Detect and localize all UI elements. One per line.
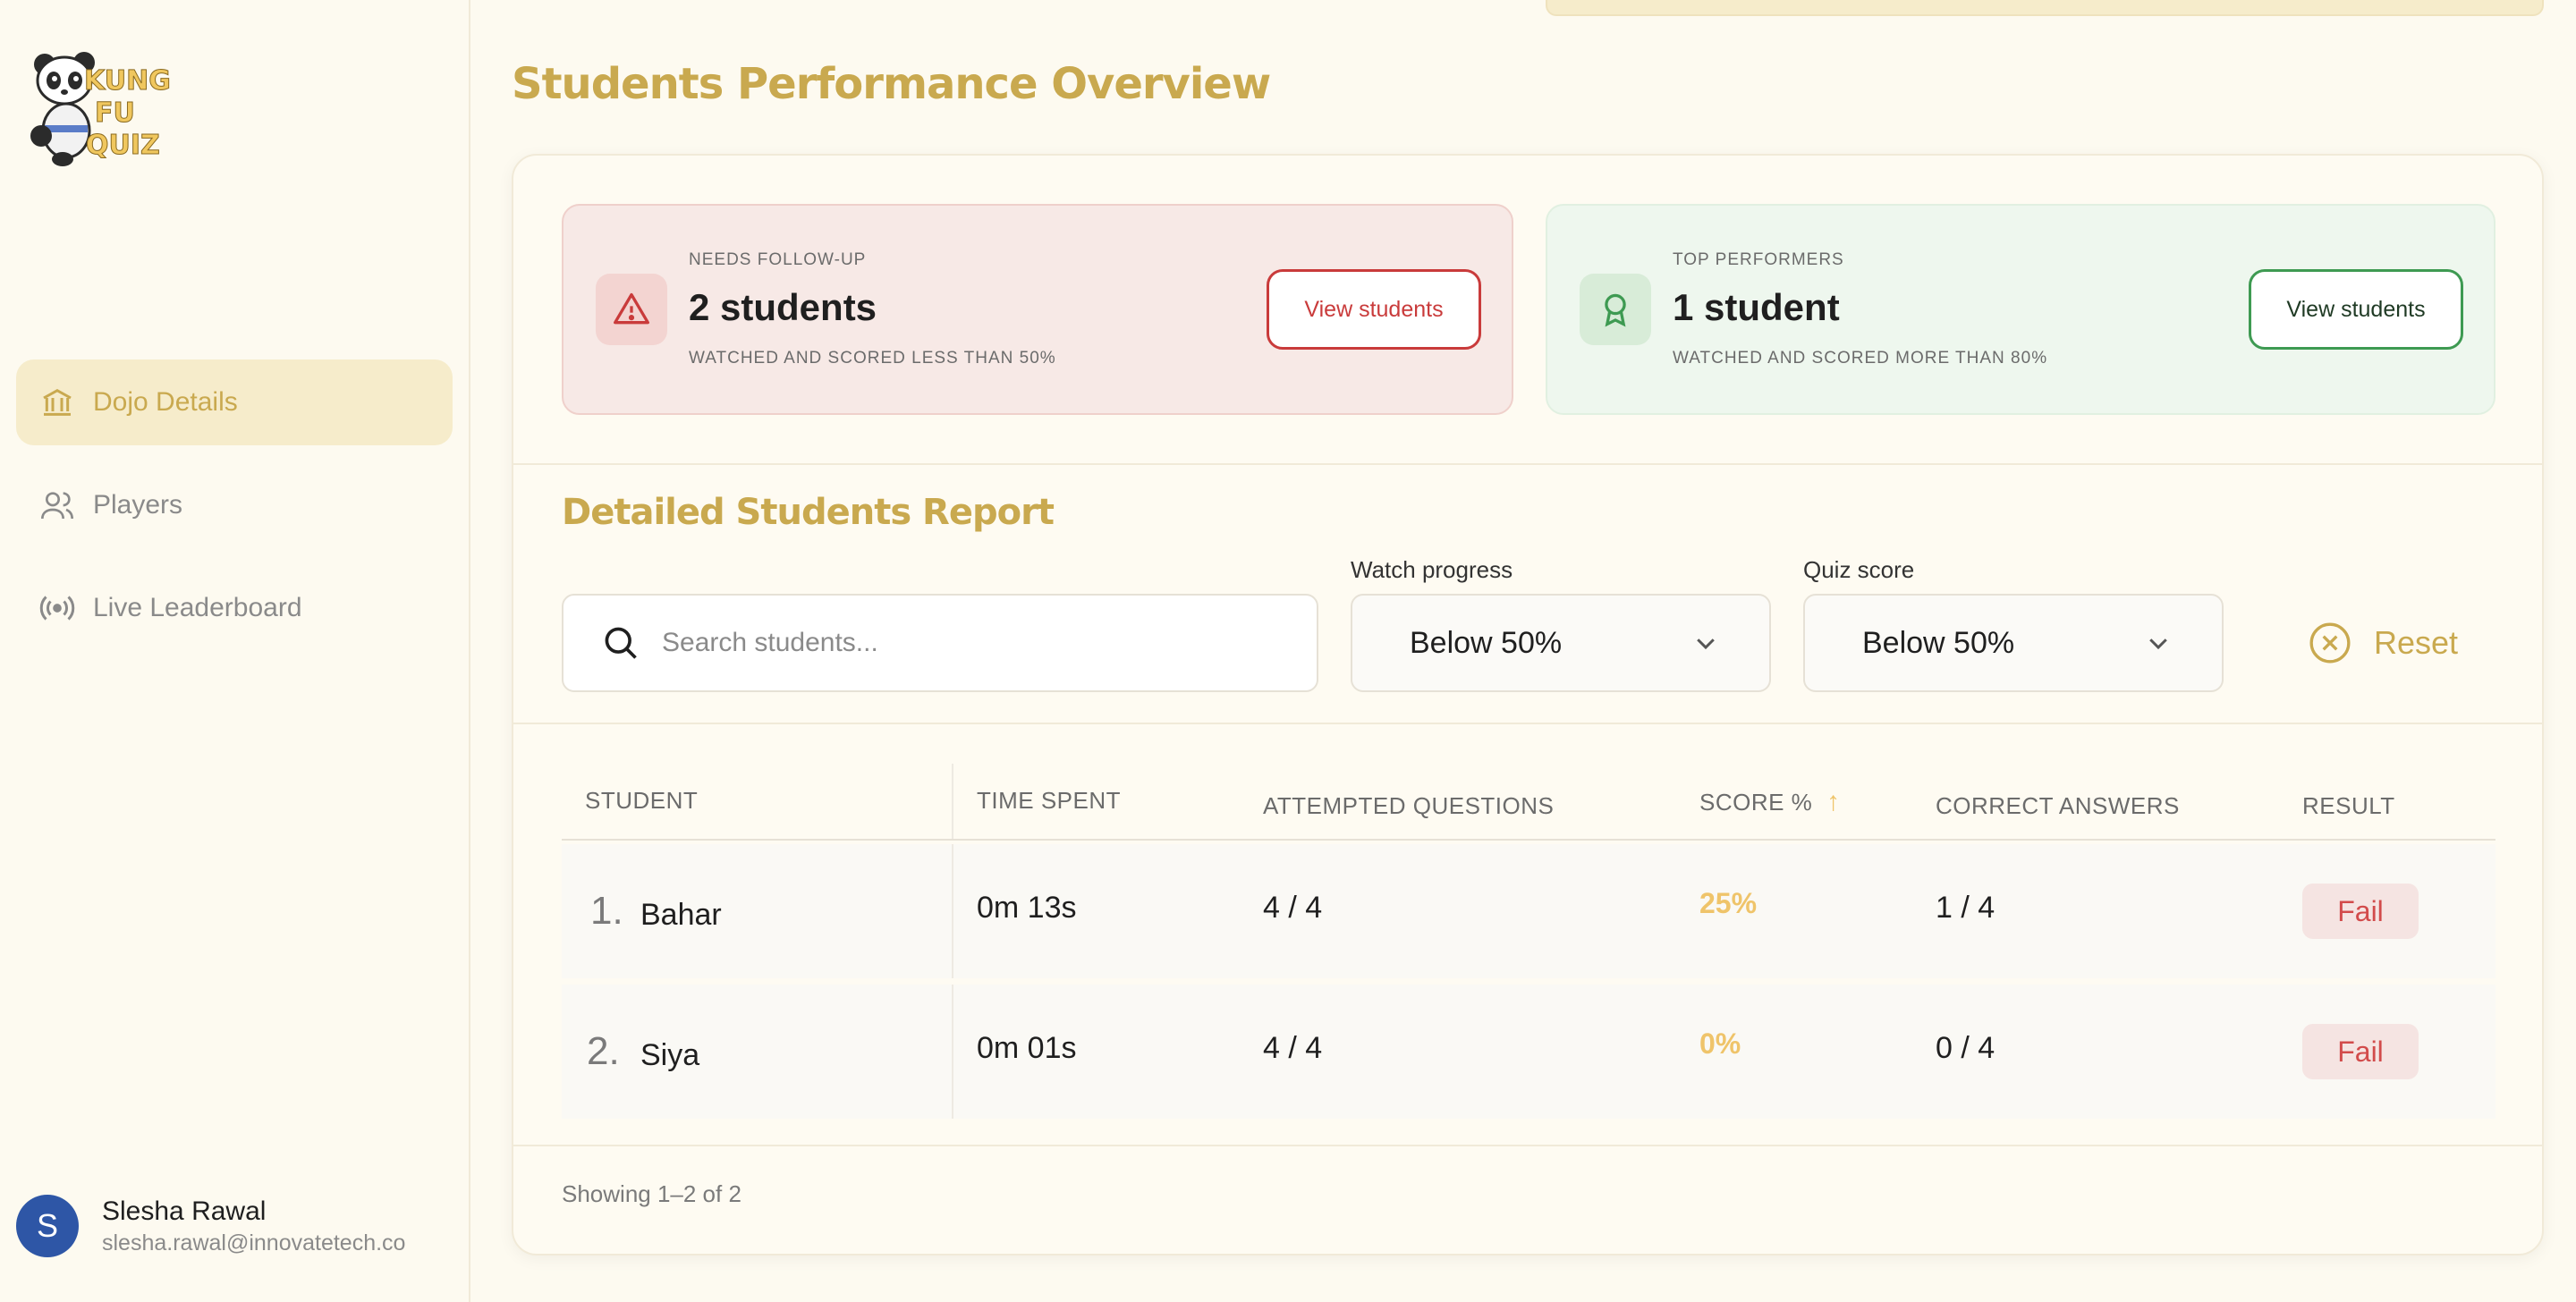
sidebar-item-label: Players — [93, 490, 183, 520]
search-box[interactable] — [562, 594, 1318, 692]
summary-value: 1 student — [1673, 286, 1840, 328]
time-spent: 0m 01s — [977, 1031, 1077, 1065]
table-header-divider — [562, 839, 2496, 841]
column-header-score[interactable]: SCORE % ↑ — [1699, 787, 1841, 817]
search-icon — [605, 627, 637, 659]
award-icon — [1605, 293, 1626, 327]
watch-progress-label: Watch progress — [1351, 556, 1513, 583]
column-header-attempted[interactable]: ATTEMPTED QUESTIONS — [1263, 792, 1554, 820]
summary-description: WATCHED AND SCORED LESS THAN 50% — [689, 349, 1056, 368]
watch-progress-select[interactable]: Below 50% — [1351, 594, 1771, 692]
warning-icon-wrap — [596, 274, 667, 345]
student-name: Bahar — [640, 898, 722, 932]
svg-text:KUNG: KUNG — [84, 65, 171, 97]
report-title: Detailed Students Report — [562, 492, 1055, 533]
svg-text:FU: FU — [95, 97, 135, 129]
row-index: 2. — [587, 1029, 620, 1073]
summary-description: WATCHED AND SCORED MORE THAN 80% — [1673, 349, 2048, 368]
user-email: slesha.rawal@innovatetech.co — [102, 1230, 406, 1256]
reset-label: Reset — [2374, 624, 2459, 661]
result-badge: Fail — [2302, 1024, 2419, 1079]
correct-answers: 0 / 4 — [1936, 1031, 1996, 1065]
divider — [513, 1145, 2542, 1146]
column-separator — [952, 764, 953, 839]
view-follow-up-students-button[interactable]: View students — [1267, 269, 1481, 350]
score-percent: 0% — [1699, 1027, 1741, 1060]
watch-progress-value: Below 50% — [1410, 625, 1563, 660]
quiz-score-label: Quiz score — [1803, 556, 1915, 583]
correct-answers: 1 / 4 — [1936, 891, 1996, 925]
users-icon — [41, 492, 73, 520]
sidebar: KUNG FU QUIZ Dojo Details Players Live L… — [0, 0, 470, 1302]
score-percent: 25% — [1699, 887, 1758, 919]
column-header-time-spent[interactable]: TIME SPENT — [977, 787, 1121, 815]
kung-fu-quiz-logo[interactable]: KUNG FU QUIZ — [21, 43, 175, 168]
page-title: Students Performance Overview — [512, 59, 1271, 109]
divider — [513, 723, 2542, 724]
pagination-summary: Showing 1–2 of 2 — [562, 1180, 741, 1207]
row-index: 1. — [590, 889, 623, 933]
table-row[interactable]: 2. Siya 0m 01s 4 / 4 0% 0 / 4 Fail — [562, 985, 2496, 1119]
result-badge: Fail — [2302, 884, 2419, 939]
student-name: Siya — [640, 1038, 700, 1072]
needs-follow-up-card: NEEDS FOLLOW-UP 2 students WATCHED AND S… — [562, 204, 1513, 415]
column-header-result[interactable]: RESULT — [2302, 792, 2395, 820]
column-header-correct-answers[interactable]: CORRECT ANSWERS — [1936, 792, 2180, 820]
score-header-label: SCORE % — [1699, 789, 1813, 816]
attempted-questions: 4 / 4 — [1263, 891, 1323, 925]
close-circle-icon — [2309, 622, 2351, 664]
sidebar-item-dojo-details[interactable]: Dojo Details — [16, 359, 453, 445]
search-input[interactable] — [662, 628, 1288, 658]
chevron-down-icon — [2149, 638, 2167, 650]
award-icon-wrap — [1580, 274, 1651, 345]
time-spent: 0m 13s — [977, 891, 1077, 925]
top-notice-strip — [1546, 0, 2544, 16]
divider — [513, 463, 2542, 465]
panda-logo-icon: KUNG FU QUIZ — [30, 52, 171, 166]
sidebar-item-live-leaderboard[interactable]: Live Leaderboard — [16, 565, 453, 651]
svg-text:QUIZ: QUIZ — [86, 130, 160, 161]
attempted-questions: 4 / 4 — [1263, 1031, 1323, 1065]
dojo-icon — [43, 388, 72, 416]
sidebar-item-label: Dojo Details — [93, 387, 238, 417]
chevron-down-icon — [1697, 638, 1715, 650]
summary-label: NEEDS FOLLOW-UP — [689, 250, 867, 269]
user-name: Slesha Rawal — [102, 1196, 267, 1226]
sidebar-item-players[interactable]: Players — [16, 462, 453, 548]
avatar[interactable]: S — [16, 1195, 79, 1257]
view-top-students-button[interactable]: View students — [2249, 269, 2463, 350]
table-row[interactable]: 1. Bahar 0m 13s 4 / 4 25% 1 / 4 Fail — [562, 844, 2496, 978]
column-header-student[interactable]: STUDENT — [585, 787, 698, 815]
user-profile[interactable]: S Slesha Rawal slesha.rawal@innovatetech… — [16, 1195, 405, 1257]
broadcast-icon — [39, 596, 75, 621]
performance-card: NEEDS FOLLOW-UP 2 students WATCHED AND S… — [512, 154, 2544, 1256]
column-separator — [952, 985, 953, 1119]
quiz-score-select[interactable]: Below 50% — [1803, 594, 2224, 692]
summary-label: TOP PERFORMERS — [1673, 250, 1844, 269]
top-performers-card: TOP PERFORMERS 1 student WATCHED AND SCO… — [1546, 204, 2496, 415]
sort-ascending-icon: ↑ — [1826, 787, 1841, 816]
quiz-score-value: Below 50% — [1862, 625, 2015, 660]
column-separator — [952, 844, 953, 978]
warning-icon — [614, 292, 649, 325]
sidebar-item-label: Live Leaderboard — [93, 593, 302, 622]
reset-button[interactable]: Reset — [2308, 621, 2458, 665]
summary-value: 2 students — [689, 286, 877, 328]
